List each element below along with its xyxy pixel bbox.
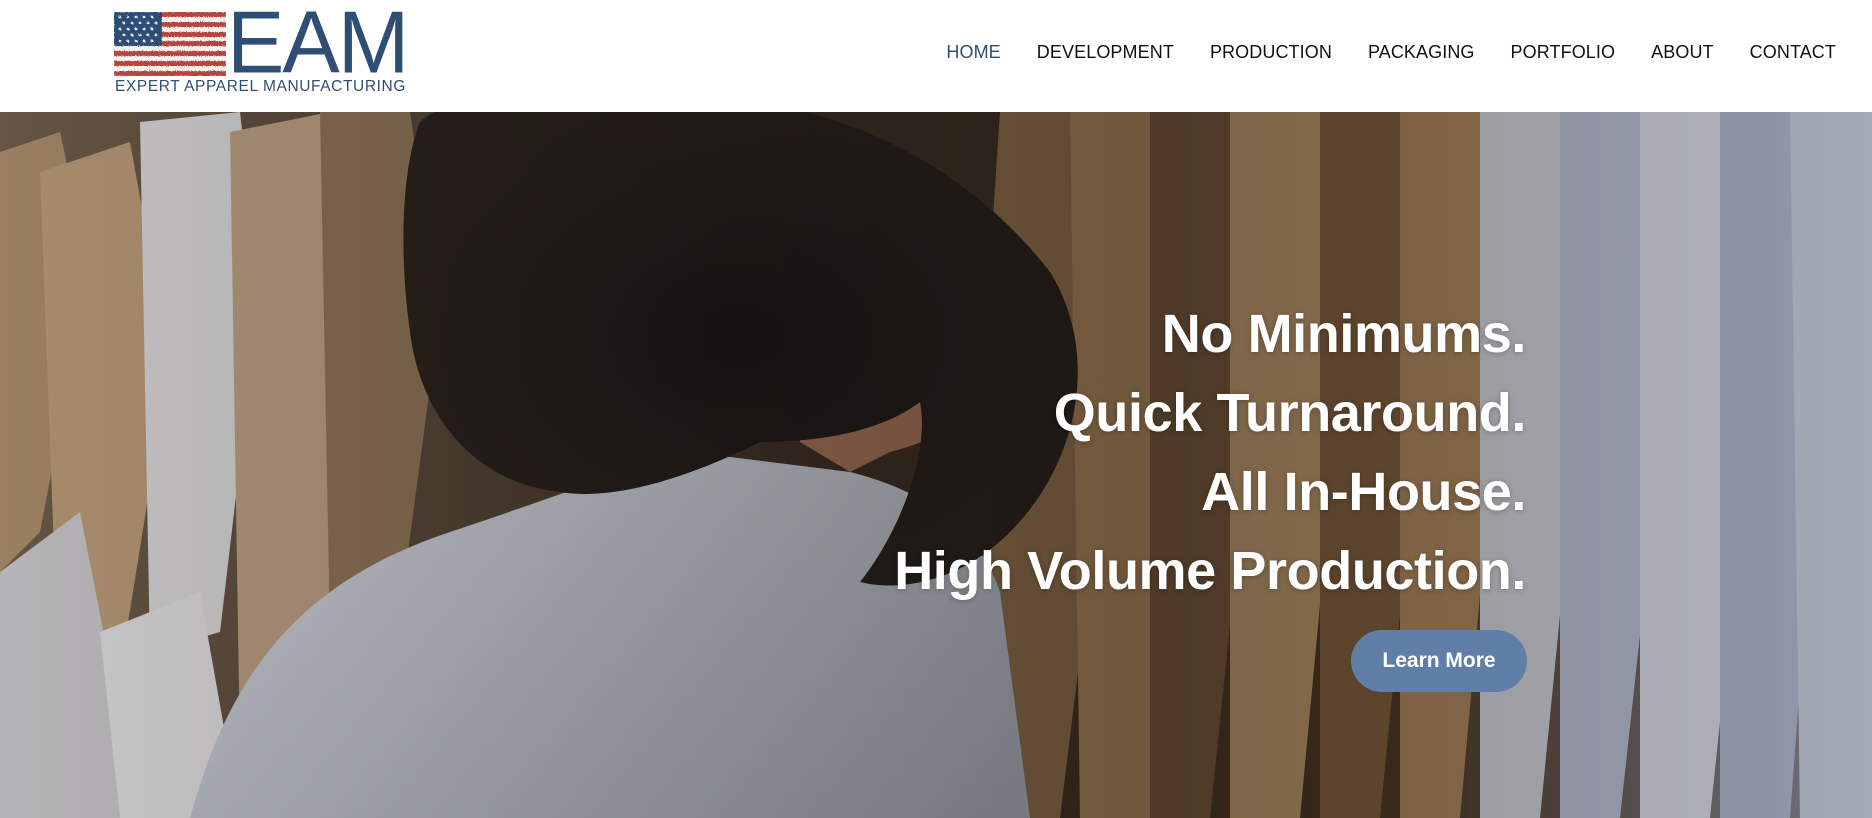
nav-item-development[interactable]: DEVELOPMENT: [1019, 40, 1192, 65]
headline-line-2: Quick Turnaround.: [1053, 383, 1527, 443]
nav-item-production[interactable]: PRODUCTION: [1192, 40, 1350, 65]
main-nav: HOME DEVELOPMENT PRODUCTION PACKAGING PO…: [928, 40, 1836, 65]
nav-item-packaging[interactable]: PACKAGING: [1350, 40, 1493, 65]
learn-more-button[interactable]: Learn More: [1351, 630, 1527, 692]
headline-line-1: No Minimums.: [1161, 304, 1527, 364]
nav-item-about[interactable]: ABOUT: [1633, 40, 1732, 65]
nav-item-home[interactable]: HOME: [928, 40, 1018, 65]
nav-item-contact[interactable]: CONTACT: [1732, 40, 1836, 65]
site-header: EAM EXPERT APPAREL MANUFACTURING HOME DE…: [0, 0, 1872, 112]
hero-section: No Minimums. Quick Turnaround. All In-Ho…: [0, 112, 1872, 818]
headline-line-4: High Volume Production.: [894, 541, 1526, 601]
nav-item-portfolio[interactable]: PORTFOLIO: [1493, 40, 1634, 65]
logo-wordmark: EAM: [227, 0, 409, 92]
headline-line-3: All In-House.: [1201, 462, 1526, 522]
logo-tagline: EXPERT APPAREL MANUFACTURING: [115, 78, 406, 95]
us-flag-icon: [114, 12, 226, 76]
hero-headline: No Minimums. Quick Turnaround. All In-Ho…: [894, 295, 1526, 611]
site-logo[interactable]: EAM EXPERT APPAREL MANUFACTURING: [114, 0, 426, 98]
